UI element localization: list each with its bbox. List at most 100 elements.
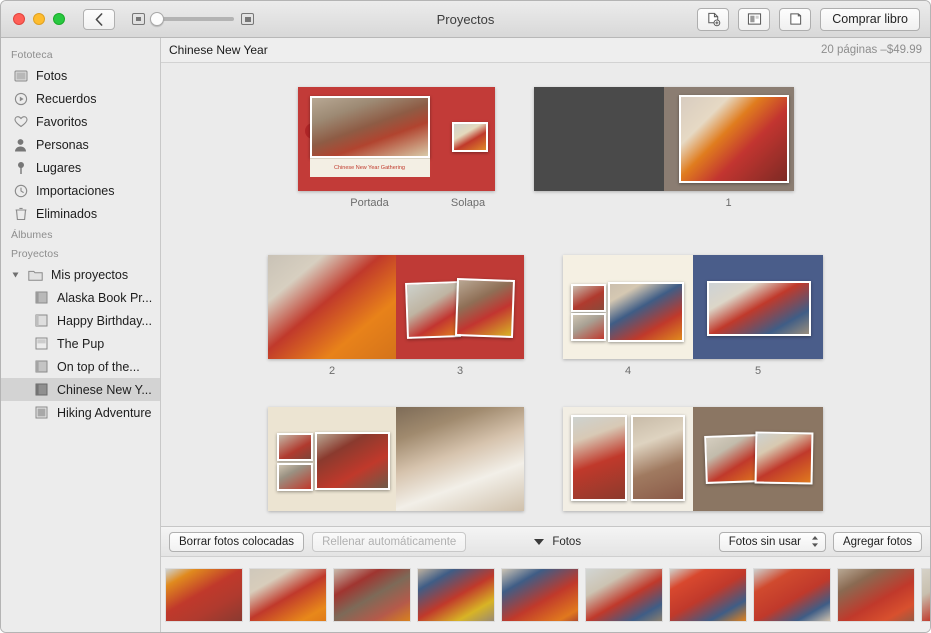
sidebar-item-favoritos[interactable]: Favoritos [1, 110, 160, 133]
page-4-photo-large[interactable] [608, 282, 684, 342]
sidebar-label: Mis proyectos [51, 268, 128, 282]
sidebar-item-mis-proyectos[interactable]: Mis proyectos [1, 263, 160, 286]
photo-filter-popup[interactable]: Fotos sin usar [719, 532, 826, 552]
clear-placed-photos-button[interactable]: Borrar fotos colocadas [169, 532, 304, 552]
sidebar-item-importaciones[interactable]: Importaciones [1, 179, 160, 202]
page-5-photo[interactable] [707, 281, 811, 336]
page-2-photo[interactable] [268, 255, 396, 359]
spread-4-5[interactable] [563, 255, 823, 359]
strip-thumbnail[interactable] [501, 568, 579, 622]
page-4-photo-small-bottom[interactable] [571, 313, 606, 341]
page-3[interactable] [396, 255, 524, 359]
page-4-photo-small-top[interactable] [571, 284, 606, 312]
spread-4-5-wrap[interactable]: 4 5 [563, 255, 823, 377]
spread-cover[interactable]: Chinese New Year Gathering [298, 87, 495, 191]
page-7[interactable] [396, 407, 524, 511]
disclosure-triangle-icon[interactable] [13, 272, 19, 277]
strip-thumbnail[interactable] [753, 568, 831, 622]
sidebar-item-fotos[interactable]: Fotos [1, 64, 160, 87]
page-6[interactable] [268, 407, 396, 511]
page-layout-icon [747, 12, 762, 26]
photos-panel-toggle[interactable]: Fotos [534, 536, 581, 548]
sidebar-item-the-pup[interactable]: The Pup [1, 332, 160, 355]
autofill-button[interactable]: Rellenar automáticamente [312, 532, 466, 552]
strip-thumbnail[interactable] [669, 568, 747, 622]
sidebar-label: Fotos [36, 69, 67, 83]
add-page-button[interactable] [697, 8, 729, 31]
cover-photo[interactable] [310, 96, 430, 158]
slider-track[interactable] [152, 17, 234, 21]
large-thumbnail-icon [241, 13, 254, 25]
spread-cover-wrap[interactable]: Chinese New Year Gathering Portada Solap… [298, 87, 495, 209]
page-back-cover[interactable] [534, 87, 664, 191]
thumbnail-size-slider[interactable] [132, 13, 254, 25]
back-button[interactable] [83, 9, 115, 30]
memories-icon [13, 92, 28, 106]
strip-thumbnail[interactable] [921, 568, 930, 622]
page-9-photo-right[interactable] [755, 431, 814, 484]
spread-2-3[interactable] [268, 255, 524, 359]
sidebar-label: Lugares [36, 161, 81, 175]
sidebar-item-recuerdos[interactable]: Recuerdos [1, 87, 160, 110]
spread-2-3-wrap[interactable]: 2 3 [268, 255, 524, 377]
sidebar-label: Happy Birthday... [57, 314, 152, 328]
strip-thumbnail[interactable] [837, 568, 915, 622]
strip-thumbnail[interactable] [165, 568, 243, 622]
spread-1-wrap[interactable]: 1 [534, 87, 794, 209]
strip-thumbnail[interactable] [417, 568, 495, 622]
sidebar-item-hiking-adventure[interactable]: Hiking Adventure [1, 401, 160, 424]
up-down-arrows-icon [811, 535, 819, 548]
photo-strip[interactable] [161, 556, 930, 632]
content-header: Chinese New Year 20 páginas –$49.99 [161, 38, 930, 63]
page-8-photo-right[interactable] [631, 415, 685, 501]
spread-8-9[interactable] [563, 407, 823, 511]
page-4[interactable] [563, 255, 693, 359]
toolbar-right-group: Comprar libro [697, 8, 920, 31]
book-meta: 20 páginas –$49.99 [821, 44, 922, 56]
flap-photo[interactable] [452, 122, 488, 152]
page-1[interactable] [664, 87, 794, 191]
sidebar-item-lugares[interactable]: Lugares [1, 156, 160, 179]
slider-knob[interactable] [150, 12, 164, 26]
sidebar-item-personas[interactable]: Personas [1, 133, 160, 156]
add-photos-button[interactable]: Agregar fotos [833, 532, 922, 552]
clock-icon [13, 184, 28, 198]
chevron-down-icon[interactable] [534, 539, 544, 545]
sidebar-item-alaska-book-pr[interactable]: Alaska Book Pr... [1, 286, 160, 309]
sidebar-label: Eliminados [36, 207, 97, 221]
page-2[interactable] [268, 255, 396, 359]
page-7-photo[interactable] [396, 407, 524, 511]
minimize-window-button[interactable] [33, 13, 45, 25]
page-layout-button[interactable] [738, 8, 770, 31]
strip-thumbnail[interactable] [333, 568, 411, 622]
page-3-photo-right[interactable] [455, 278, 515, 338]
page-portada[interactable]: Chinese New Year Gathering [298, 87, 442, 191]
sidebar-item-chinese-new-y[interactable]: Chinese New Y... [1, 378, 160, 401]
sidebar-item-eliminados[interactable]: Eliminados [1, 202, 160, 225]
page-8-photo-left[interactable] [571, 415, 627, 501]
spread-6-7[interactable] [268, 407, 524, 511]
page-5[interactable] [693, 255, 823, 359]
window-traffic-lights [13, 13, 65, 25]
strip-thumbnail[interactable] [249, 568, 327, 622]
sidebar-item-happy-birthday[interactable]: Happy Birthday... [1, 309, 160, 332]
spread-8-9-wrap[interactable] [563, 407, 823, 517]
page-6-photo-large[interactable] [315, 432, 390, 490]
zoom-window-button[interactable] [53, 13, 65, 25]
book-canvas[interactable]: Chinese New Year Gathering Portada Solap… [161, 63, 930, 526]
page-1-photo[interactable] [679, 95, 789, 183]
sidebar-item-on-top-of-the[interactable]: On top of the... [1, 355, 160, 378]
page-6-photo-small-bottom[interactable] [277, 463, 313, 491]
bottom-toolbar-right: Fotos sin usar Agregar fotos [719, 532, 922, 552]
close-window-button[interactable] [13, 13, 25, 25]
page-8[interactable] [563, 407, 693, 511]
page-6-photo-small-top[interactable] [277, 433, 313, 461]
page-solapa[interactable] [442, 87, 495, 191]
spread-6-7-wrap[interactable] [268, 407, 524, 517]
page-3-photo-left[interactable] [405, 281, 461, 339]
page-9[interactable] [693, 407, 823, 511]
book-preview-button[interactable] [779, 8, 811, 31]
strip-thumbnail[interactable] [585, 568, 663, 622]
spread-1[interactable] [534, 87, 794, 191]
buy-book-button[interactable]: Comprar libro [820, 8, 920, 31]
